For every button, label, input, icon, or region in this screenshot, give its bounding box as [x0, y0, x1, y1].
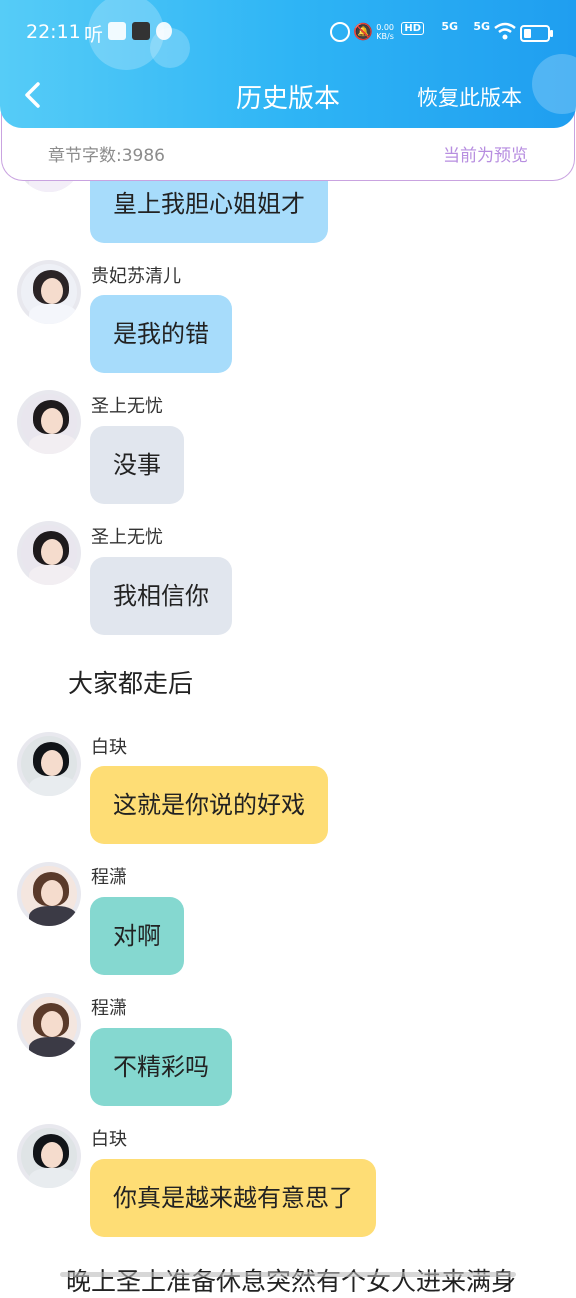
message-bubble: 是我的错: [90, 295, 232, 373]
avatar[interactable]: [17, 390, 81, 454]
message-bubble: 你真是越来越有意思了: [90, 1159, 376, 1237]
alarm-icon: [330, 22, 350, 42]
hd-icon: HD: [401, 22, 424, 35]
sender-name: 圣上无忧: [91, 527, 163, 548]
message-bubble: 这就是你说的好戏: [90, 766, 328, 844]
app-header: 22:11 听 🔕 0.00 KB/s HD 5G 5G 历史版本 恢复此版本: [0, 0, 576, 128]
status-time: 22:11: [26, 21, 81, 43]
sender-name: 贵妃苏清儿: [91, 266, 181, 287]
narration-text: 晚上圣上准备休息突然有个女人进来满身: [66, 1267, 517, 1296]
avatar[interactable]: [17, 260, 81, 324]
message-bubble: 没事: [90, 426, 184, 504]
battery-icon: [520, 25, 553, 42]
status-ting: 听: [84, 24, 104, 46]
net-speed: 0.00 KB/s: [376, 23, 394, 41]
avatar[interactable]: [17, 1124, 81, 1188]
narration-text: 大家都走后: [68, 669, 194, 698]
signal-5g-icon: 5G: [473, 20, 490, 33]
chapter-word-count: 章节字数:3986: [48, 146, 165, 166]
avatar[interactable]: [17, 993, 81, 1057]
avatar[interactable]: [17, 521, 81, 585]
message-bubble: 不精彩吗: [90, 1028, 232, 1106]
message-bubble: 我相信你: [90, 557, 232, 635]
sender-name: 白玦: [91, 1129, 127, 1150]
sender-name: 程潇: [91, 998, 127, 1019]
app-notification-icon: [132, 22, 150, 40]
sender-name: 白玦: [91, 737, 127, 758]
app-notification-icon: [108, 22, 126, 40]
message-bubble: 对啊: [90, 897, 184, 975]
status-bar: 22:11 听 🔕 0.00 KB/s HD 5G 5G: [0, 0, 576, 64]
sender-name: 圣上无忧: [91, 396, 163, 417]
avatar[interactable]: [17, 732, 81, 796]
chat-notification-icon: [156, 22, 172, 40]
avatar[interactable]: [17, 862, 81, 926]
gesture-bar[interactable]: [60, 1272, 516, 1277]
preview-status: 当前为预览: [443, 146, 528, 166]
restore-version-button[interactable]: 恢复此版本: [417, 82, 522, 112]
sender-name: 程潇: [91, 867, 127, 888]
signal-5g-icon: 5G: [441, 20, 458, 33]
wifi-icon: [494, 22, 516, 40]
mute-icon: 🔕: [353, 22, 373, 41]
